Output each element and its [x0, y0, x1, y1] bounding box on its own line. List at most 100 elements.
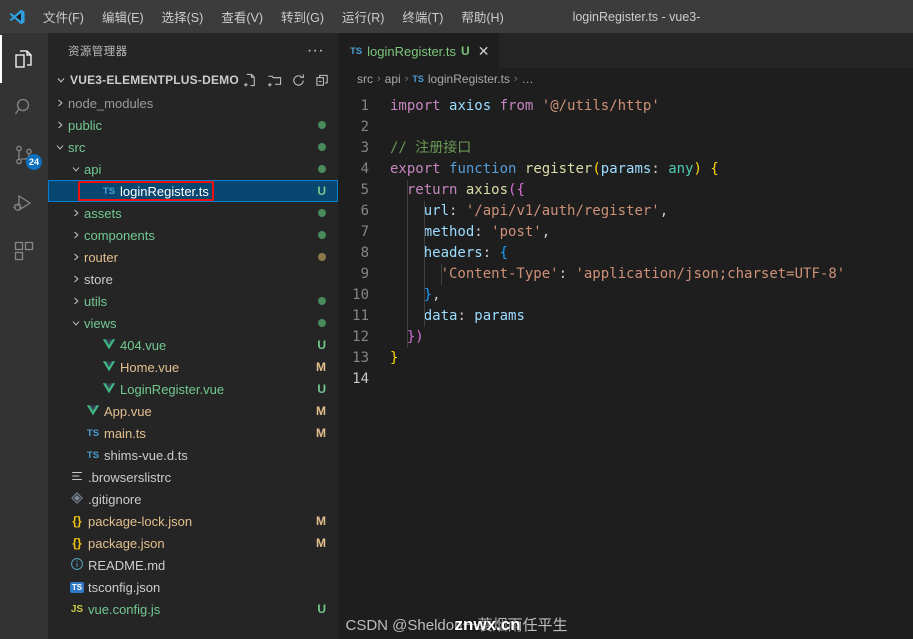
breadcrumb-item-file[interactable]: TS loginRegister.ts: [412, 72, 510, 86]
editor-tabs: TS loginRegister.ts U ✕: [338, 33, 913, 68]
code-token: 'post': [491, 224, 542, 240]
indent-guide: [406, 222, 408, 243]
root-folder-row[interactable]: VUE3-ELEMENTPLUS-DEMO: [48, 68, 338, 92]
code-token: return: [406, 182, 458, 198]
tabs-filler: [500, 33, 913, 68]
code-viewport[interactable]: 1 2 3 4 5 6 7 8 9 10 11 12 13 14 import axios from '@…: [338, 90, 913, 639]
chevron-down-icon[interactable]: [68, 163, 84, 175]
activity-bar: 24: [0, 33, 48, 639]
tab-loginRegister-ts[interactable]: TS loginRegister.ts U ✕: [338, 33, 501, 68]
tree-item-label: LoginRegister.vue: [120, 381, 225, 397]
code-line: 'Content-Type': 'application/json;charse…: [390, 264, 913, 285]
menu-selection[interactable]: 选择(S): [153, 0, 213, 33]
tree-file-main-ts[interactable]: TS main.ts M: [48, 422, 338, 444]
tree-folder-public[interactable]: public: [48, 114, 338, 136]
ts-icon: TS: [350, 45, 363, 57]
tree-file-app-vue[interactable]: App.vue M: [48, 400, 338, 422]
tree-file--browserslistrc[interactable]: .browserslistrc: [48, 466, 338, 488]
tree-file-404-vue[interactable]: 404.vue U: [48, 334, 338, 356]
activity-explorer[interactable]: [0, 35, 48, 83]
tree-folder-store[interactable]: store: [48, 268, 338, 290]
file-type-icon: TS: [100, 186, 118, 197]
tree-item-label: vue.config.js: [88, 601, 161, 617]
tree-file-home-vue[interactable]: Home.vue M: [48, 356, 338, 378]
tree-file-package-lock-json[interactable]: {} package-lock.json M: [48, 510, 338, 532]
collapse-all-icon[interactable]: [315, 73, 330, 88]
line-number: 3: [360, 140, 369, 156]
menu-edit[interactable]: 编辑(E): [93, 0, 153, 33]
close-icon[interactable]: ✕: [478, 44, 490, 58]
tree-folder-src[interactable]: src: [48, 136, 338, 158]
tree-folder-router[interactable]: router: [48, 246, 338, 268]
activity-extensions[interactable]: [0, 227, 48, 275]
line-number: 9: [360, 266, 369, 282]
line-number: 4: [360, 161, 369, 177]
code-content[interactable]: import axios from '@/utils/http' // 注册接口 e…: [388, 96, 913, 639]
tree-folder-node-modules[interactable]: node_modules: [48, 92, 338, 114]
tree-file--gitignore[interactable]: .gitignore: [48, 488, 338, 510]
tsconfig-icon: TS: [69, 581, 85, 593]
tree-item-label: App.vue: [104, 403, 152, 419]
tree-file-shims-vue-d-ts[interactable]: TS shims-vue.d.ts: [48, 444, 338, 466]
code-token: :: [474, 224, 492, 240]
line-number: 10: [352, 287, 369, 303]
menu-terminal[interactable]: 终端(T): [393, 0, 452, 33]
tree-item-label: node_modules: [68, 95, 154, 111]
tree-file-vue-config-js[interactable]: JS vue.config.js U: [48, 598, 338, 620]
menu-file[interactable]: 文件(F): [34, 0, 93, 33]
tab-git-status: U: [461, 44, 470, 58]
explorer-more-actions-icon[interactable]: ···: [301, 42, 330, 58]
tree-folder-utils[interactable]: utils: [48, 290, 338, 312]
chevron-down-icon[interactable]: [68, 317, 84, 329]
code-token: axios: [465, 182, 509, 198]
code-token: register: [524, 161, 593, 177]
folder-change-dot: [318, 143, 326, 151]
ts-icon: TS: [86, 427, 100, 439]
chevron-right-icon[interactable]: [68, 251, 84, 263]
breadcrumb-item-api[interactable]: api: [385, 72, 401, 86]
code-token: ): [415, 329, 424, 345]
breadcrumb-item-symbol[interactable]: …: [522, 72, 534, 86]
tree-folder-components[interactable]: components: [48, 224, 338, 246]
tree-file-loginregister-vue[interactable]: LoginRegister.vue U: [48, 378, 338, 400]
tree-file-tsconfig-json[interactable]: TS tsconfig.json: [48, 576, 338, 598]
indent-guide: [406, 264, 408, 285]
tree-file-loginregister-ts[interactable]: TS loginRegister.ts U: [48, 180, 338, 202]
menu-help[interactable]: 帮助(H): [452, 0, 512, 33]
activity-search[interactable]: [0, 83, 48, 131]
tree-folder-views[interactable]: views: [48, 312, 338, 334]
file-tree[interactable]: node_modulespublic src api TS loginRegister.…: [48, 92, 338, 639]
menu-view[interactable]: 查看(V): [212, 0, 272, 33]
new-folder-icon[interactable]: [267, 73, 282, 88]
activity-run-debug[interactable]: [0, 179, 48, 227]
activity-source-control[interactable]: 24: [0, 131, 48, 179]
workbench-body: 24 资源管理器 ··· VUE3-ELEMENTPLUS-DEMO node_…: [0, 33, 913, 639]
tree-folder-api[interactable]: api: [48, 158, 338, 180]
menu-go[interactable]: 转到(G): [272, 0, 333, 33]
vue-icon: [102, 381, 116, 398]
tree-folder-assets[interactable]: assets: [48, 202, 338, 224]
vscode-window: 文件(F) 编辑(E) 选择(S) 查看(V) 转到(G) 运行(R) 终端(T…: [0, 0, 913, 639]
title-bar: 文件(F) 编辑(E) 选择(S) 查看(V) 转到(G) 运行(R) 终端(T…: [0, 0, 913, 33]
line-number: 11: [352, 308, 369, 324]
line-number: 7: [360, 224, 369, 240]
chevron-right-icon[interactable]: [68, 273, 84, 285]
breadcrumb-item-src[interactable]: src: [357, 72, 373, 86]
chevron-down-icon[interactable]: [52, 141, 68, 153]
line-number: 8: [360, 245, 369, 261]
code-token: :: [482, 245, 500, 261]
tree-file-package-json[interactable]: {} package.json M: [48, 532, 338, 554]
chevron-down-icon[interactable]: [52, 74, 70, 86]
chevron-right-icon[interactable]: [52, 119, 68, 131]
line-number: 2: [360, 119, 369, 135]
new-file-icon[interactable]: [243, 73, 258, 88]
refresh-icon[interactable]: [291, 73, 306, 88]
menu-run[interactable]: 运行(R): [333, 0, 393, 33]
chevron-right-icon[interactable]: [52, 97, 68, 109]
tree-file-readme-md[interactable]: README.md: [48, 554, 338, 576]
tree-item-label: utils: [84, 293, 108, 309]
chevron-right-icon[interactable]: [68, 229, 84, 241]
code-token: from: [499, 98, 534, 114]
chevron-right-icon[interactable]: [68, 207, 84, 219]
chevron-right-icon[interactable]: [68, 295, 84, 307]
